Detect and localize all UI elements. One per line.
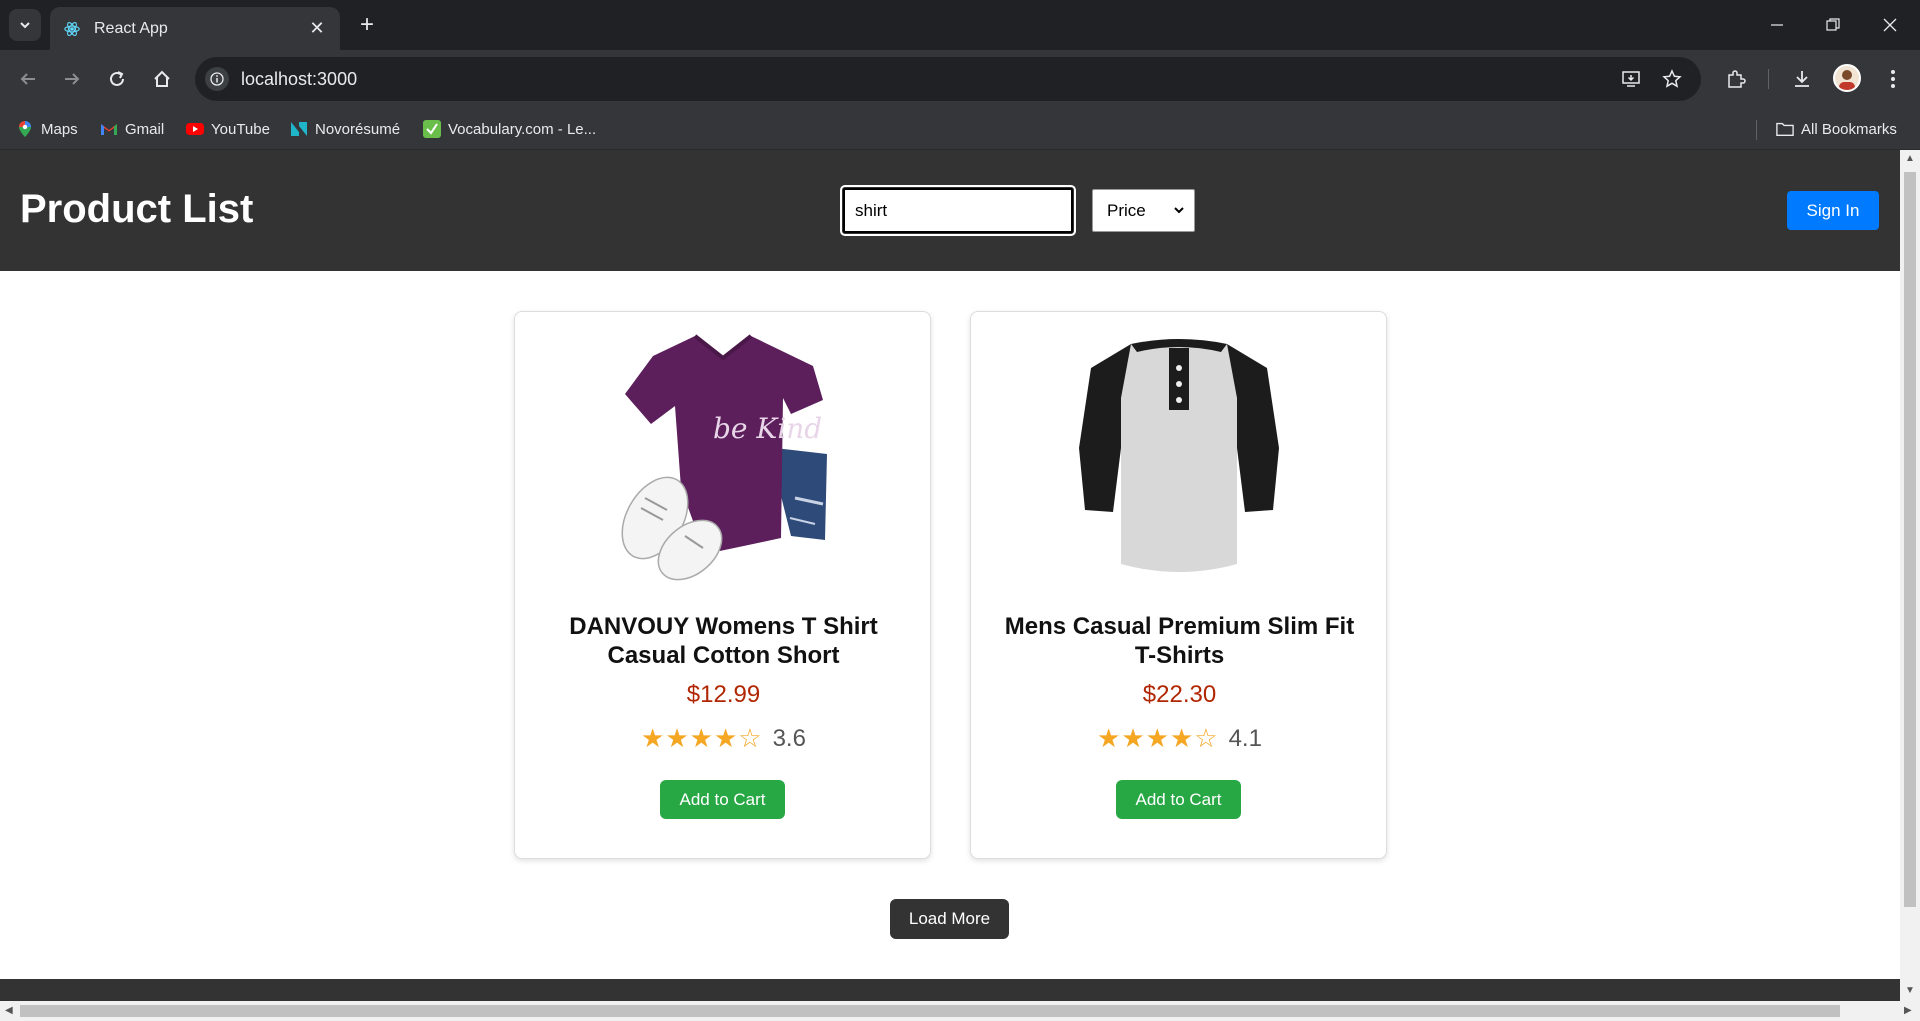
page-title: Product List — [20, 187, 254, 231]
scroll-left-icon[interactable]: ◀ — [5, 1005, 13, 1016]
product-image[interactable]: be Kind — [595, 328, 851, 584]
vocabulary-icon — [423, 120, 441, 138]
new-tab-button[interactable]: + — [352, 10, 382, 40]
product-card: be Kind DANVOUY Womens T Shirt Casual Co… — [514, 311, 931, 859]
all-bookmarks-label: All Bookmarks — [1801, 120, 1897, 138]
search-input[interactable] — [840, 185, 1076, 236]
horizontal-scrollbar[interactable]: ◀ ▶ — [0, 1001, 1920, 1021]
reload-icon[interactable] — [101, 63, 133, 95]
add-to-cart-button[interactable]: Add to Cart — [1116, 780, 1241, 819]
profile-avatar[interactable] — [1833, 64, 1861, 92]
sort-select[interactable]: Price — [1092, 189, 1195, 232]
novoresume-icon — [290, 120, 308, 138]
bookmarks-divider — [1756, 120, 1757, 140]
product-rating: ★★★★☆ 4.1 — [971, 724, 1388, 754]
product-price: $22.30 — [1142, 681, 1217, 708]
extensions-icon[interactable] — [1720, 63, 1752, 95]
rating-stars: ★★★★☆ — [1097, 724, 1219, 754]
rating-stars: ★★★★☆ — [641, 724, 763, 754]
forward-icon[interactable] — [56, 63, 88, 95]
close-tab-icon[interactable]: ✕ — [306, 18, 328, 40]
page-viewport: Product List Price Sign In be Kind — [0, 150, 1900, 1001]
load-more-button[interactable]: Load More — [890, 899, 1009, 939]
app-footer — [0, 979, 1900, 1001]
url-text: localhost:3000 — [241, 69, 358, 89]
folder-icon — [1776, 120, 1794, 138]
svg-text:be Kind: be Kind — [713, 412, 822, 445]
restore-icon[interactable] — [1813, 10, 1853, 40]
rating-value: 3.6 — [772, 725, 806, 752]
minimize-icon[interactable] — [1757, 10, 1797, 40]
gmail-icon — [100, 120, 118, 138]
scroll-up-icon[interactable]: ▲ — [1905, 153, 1915, 164]
vertical-scroll-thumb[interactable] — [1904, 172, 1916, 907]
bookmark-star-icon[interactable] — [1660, 67, 1684, 91]
tab-title: React App — [94, 19, 168, 37]
add-to-cart-button[interactable]: Add to Cart — [660, 780, 785, 819]
bookmark-vocabulary[interactable]: Vocabulary.com - Le... — [423, 116, 596, 142]
bookmark-gmail[interactable]: Gmail — [100, 116, 164, 142]
toolbar-divider — [1768, 69, 1769, 89]
scroll-down-icon[interactable]: ▼ — [1905, 985, 1915, 996]
bookmark-label: Maps — [41, 120, 78, 138]
bookmarks-bar: Maps Gmail YouTube Novorésumé Vocabulary… — [0, 108, 1920, 150]
product-rating: ★★★★☆ 3.6 — [515, 724, 932, 754]
browser-tab[interactable]: React App ✕ — [50, 7, 340, 50]
product-image[interactable] — [1051, 328, 1307, 584]
bookmark-label: Vocabulary.com - Le... — [448, 120, 597, 138]
site-info-icon[interactable] — [205, 67, 229, 91]
maps-icon — [16, 120, 34, 138]
install-app-icon[interactable] — [1619, 67, 1643, 91]
browser-toolbar: localhost:3000 — [0, 50, 1920, 108]
bookmark-novoresume[interactable]: Novorésumé — [290, 116, 400, 142]
download-icon[interactable] — [1786, 63, 1818, 95]
chevron-down-icon — [20, 22, 30, 29]
sort-selected-value: Price — [1107, 200, 1146, 220]
product-title[interactable]: DANVOUY Womens T Shirt Casual Cotton Sho… — [535, 612, 912, 670]
bookmark-label: Gmail — [125, 120, 165, 138]
app-header: Product List Price Sign In — [0, 150, 1900, 271]
bookmark-label: Novorésumé — [315, 120, 401, 138]
address-bar[interactable]: localhost:3000 — [195, 57, 1701, 101]
back-icon[interactable] — [12, 63, 44, 95]
menu-icon[interactable] — [1877, 63, 1909, 95]
close-window-icon[interactable] — [1870, 10, 1910, 40]
product-price: $12.99 — [686, 681, 761, 708]
rating-value: 4.1 — [1228, 725, 1262, 752]
react-icon — [62, 19, 82, 39]
home-icon[interactable] — [146, 63, 178, 95]
bookmark-label: YouTube — [211, 120, 270, 138]
tab-strip: React App ✕ + — [0, 0, 1920, 50]
product-title[interactable]: Mens Casual Premium Slim Fit T-Shirts — [991, 612, 1368, 670]
all-bookmarks-button[interactable]: All Bookmarks — [1776, 116, 1897, 142]
horizontal-scroll-thumb[interactable] — [20, 1005, 1840, 1017]
scroll-right-icon[interactable]: ▶ — [1904, 1005, 1912, 1016]
product-card: Mens Casual Premium Slim Fit T-Shirts $2… — [970, 311, 1387, 859]
vertical-scrollbar[interactable]: ▲ ▼ — [1900, 150, 1920, 1001]
sign-in-button[interactable]: Sign In — [1787, 191, 1879, 230]
chevron-down-icon — [1174, 207, 1184, 214]
tab-search-button[interactable] — [9, 9, 41, 41]
bookmark-youtube[interactable]: YouTube — [186, 116, 270, 142]
bookmark-maps[interactable]: Maps — [16, 116, 78, 142]
youtube-icon — [186, 120, 204, 138]
